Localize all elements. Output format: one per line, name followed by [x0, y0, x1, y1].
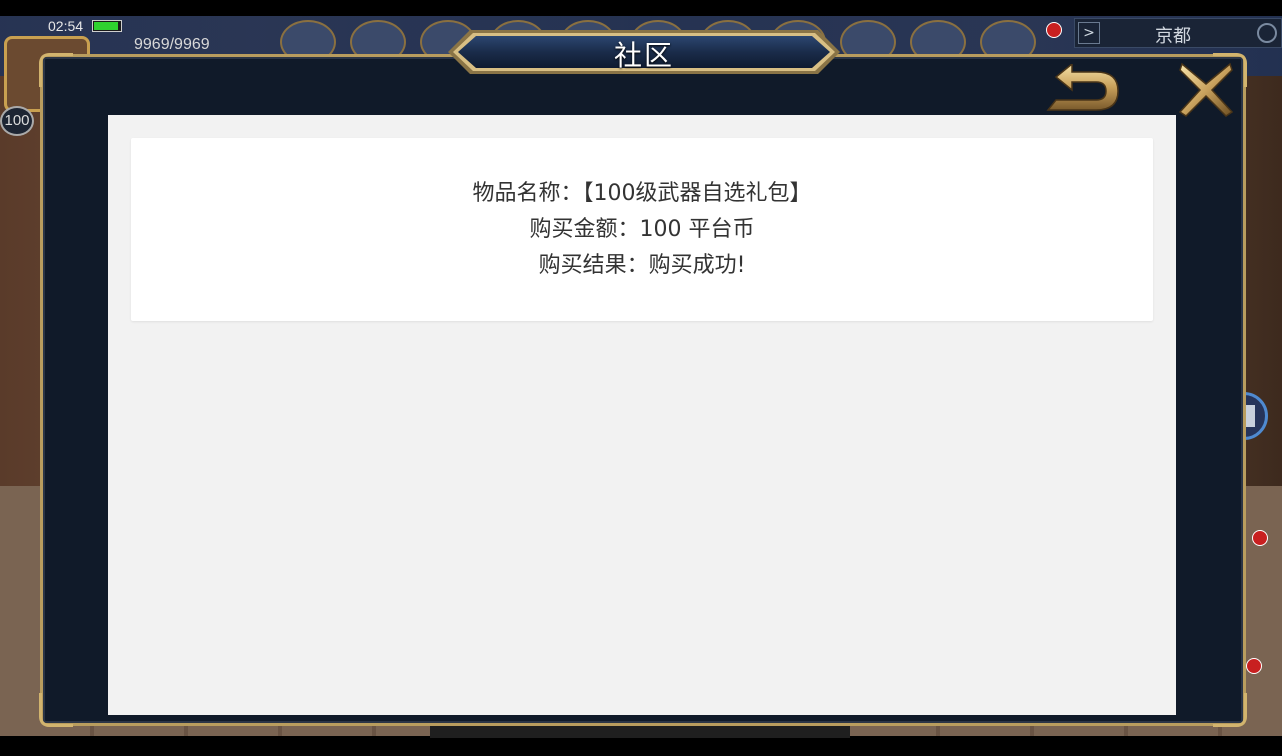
- dialog-title: 社区: [613, 39, 674, 72]
- frame-corner: [39, 53, 73, 87]
- location-name: 京都: [1155, 26, 1191, 47]
- back-arrow-icon: [1046, 62, 1119, 111]
- close-x-icon: [1178, 62, 1234, 117]
- purchase-result-card: 物品名称：【100级武器自选礼包】 购买金额：100 平台币 购买结果：购买成功…: [131, 138, 1153, 321]
- bottom-handle-bar: [430, 726, 850, 738]
- frame-corner: [39, 693, 73, 727]
- notification-dot: [1046, 22, 1062, 38]
- search-icon[interactable]: [1257, 23, 1277, 43]
- expand-arrow-icon[interactable]: >: [1078, 22, 1100, 44]
- notification-dot-bottom: [1246, 658, 1262, 674]
- player-level-badge: 100: [0, 106, 34, 136]
- web-content-area[interactable]: 物品名称：【100级武器自选礼包】 购买金额：100 平台币 购买结果：购买成功…: [108, 115, 1176, 715]
- purchase-status-line: 购买结果：购买成功!: [538, 253, 746, 278]
- close-button[interactable]: [1176, 60, 1236, 120]
- system-status-bar: [0, 0, 1282, 16]
- back-button[interactable]: [1042, 62, 1124, 116]
- stamina-counter: 9969/9969: [134, 36, 210, 53]
- notification-dot-side: [1252, 530, 1268, 546]
- dialog-title-plate: 社区: [448, 24, 840, 80]
- battery-icon: [92, 20, 122, 32]
- frame-corner: [1213, 693, 1247, 727]
- location-bar[interactable]: > 京都: [1074, 18, 1282, 48]
- clock-text: 02:54: [48, 18, 84, 34]
- item-name-line: 物品名称：【100级武器自选礼包】: [472, 181, 812, 206]
- purchase-amount-line: 购买金额：100 平台币: [529, 217, 755, 242]
